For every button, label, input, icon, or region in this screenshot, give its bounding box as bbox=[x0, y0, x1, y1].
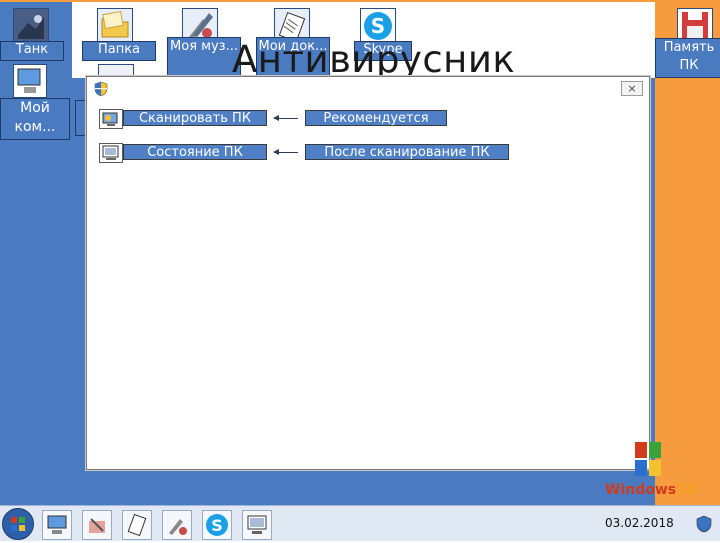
taskbar-documents-icon[interactable] bbox=[122, 510, 152, 540]
windows-word: Windows bbox=[605, 482, 677, 498]
taskbar-antivirus-icon[interactable] bbox=[242, 510, 272, 540]
desktop-icon-label-text: Моя муз... bbox=[170, 39, 238, 54]
desktop-top-strip bbox=[0, 0, 720, 2]
tank-icon bbox=[13, 8, 49, 44]
pc-status-icon bbox=[99, 143, 123, 163]
start-button[interactable] bbox=[2, 508, 34, 540]
desktop-icon-label-text: Память ПК bbox=[663, 40, 715, 73]
recommended-label: Рекомендуется bbox=[305, 110, 447, 126]
computer-icon bbox=[13, 64, 47, 98]
svg-text:S: S bbox=[211, 516, 223, 535]
taskbar-computer-icon[interactable] bbox=[42, 510, 72, 540]
page-title: Антивирусник bbox=[232, 38, 516, 81]
folder-icon bbox=[97, 8, 133, 44]
desktop-icon-label-text: Мой ком... bbox=[14, 100, 56, 135]
taskbar-music-icon[interactable] bbox=[162, 510, 192, 540]
svg-text:S: S bbox=[371, 14, 385, 38]
windows-3d-branding: Windows3D bbox=[605, 482, 698, 498]
windows-suffix: 3D bbox=[676, 482, 698, 498]
desktop-icon-label: Папка bbox=[82, 41, 156, 61]
desktop-icon-label: Мой ком... bbox=[0, 98, 70, 140]
desktop-icon-label: Память ПК bbox=[655, 38, 720, 78]
pc-status-button[interactable]: Состояние ПК bbox=[123, 144, 267, 160]
desktop-icon-label: Танк bbox=[0, 41, 64, 61]
scan-icon bbox=[99, 109, 123, 129]
antivirus-window: × Сканировать ПК Рекомендуется Состояние… bbox=[86, 76, 650, 470]
windows-logo-icon bbox=[625, 440, 685, 486]
taskbar-date: 03.02.2018 bbox=[605, 516, 674, 530]
taskbar-help-icon[interactable] bbox=[694, 514, 714, 534]
desktop-icon-label: Моя муз... bbox=[167, 37, 241, 77]
scan-pc-button[interactable]: Сканировать ПК bbox=[123, 110, 267, 126]
floppy-disk-icon bbox=[677, 8, 713, 42]
arrow-icon bbox=[273, 149, 298, 155]
after-scan-label: После сканирование ПК bbox=[305, 144, 509, 160]
taskbar-skype-icon[interactable]: S bbox=[202, 510, 232, 540]
shield-icon bbox=[93, 81, 109, 97]
close-button[interactable]: × bbox=[621, 81, 643, 96]
arrow-icon bbox=[273, 115, 298, 121]
taskbar-tools-icon[interactable] bbox=[82, 510, 112, 540]
